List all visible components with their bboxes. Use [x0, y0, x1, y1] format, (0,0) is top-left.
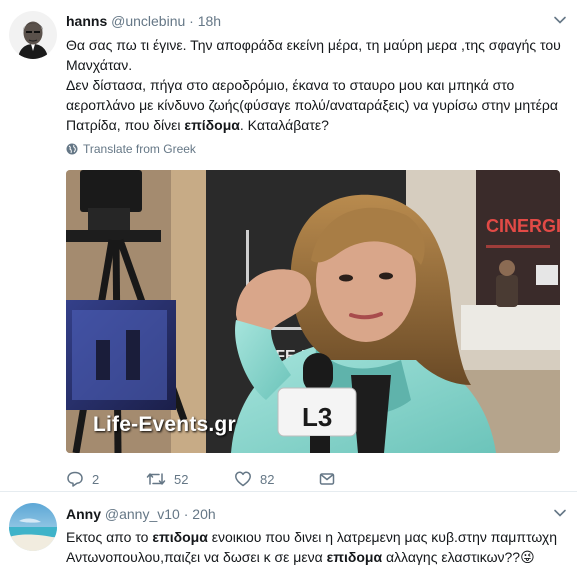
tweet-text: Θα σας πω τι έγινε. Την αποφράδα εκείνη … [66, 35, 566, 135]
tweet-header: hanns @unclebinu · 18h [66, 13, 547, 31]
user-handle[interactable]: @anny_v10 [105, 506, 180, 522]
tweet[interactable]: Anny @anny_v10 · 20h Εκτος απο το επιδομ… [0, 493, 577, 571]
bold-keyword: επίδομα [184, 117, 240, 133]
media-image[interactable]: LIFE-E CINERGI L3 Life-Events.gr [66, 170, 560, 453]
tweet-paragraph: Εκτος απο το επιδομα ενοικιου που δινει … [66, 527, 571, 567]
translate-label: Translate from Greek [83, 142, 196, 156]
display-name[interactable]: Anny [66, 506, 101, 522]
timestamp[interactable]: 18h [198, 13, 221, 29]
heart-icon [235, 471, 251, 487]
globe-icon [66, 143, 78, 155]
reply-icon [67, 471, 83, 487]
bold-keyword: επιδομα [152, 529, 208, 545]
separator-dot: · [183, 506, 189, 522]
bold-keyword: επιδομα [326, 549, 383, 565]
tweet-paragraph: Δεν δίστασα, πήγα στο αεροδρόμιο, έκανα … [66, 75, 566, 135]
like-count: 82 [260, 471, 275, 487]
tweet-actions: 2 52 82 [66, 468, 398, 490]
direct-message-button[interactable] [318, 470, 398, 488]
separator-dot: · [189, 13, 194, 29]
timestamp[interactable]: 20h [192, 506, 215, 522]
tweet-text: Εκτος απο το επιδομα ενοικιου που δινει … [66, 527, 571, 567]
banner-text: CINERGI [486, 216, 560, 236]
text-segment: Εκτος απο το [66, 529, 153, 545]
tweet[interactable]: hanns @unclebinu · 18h Θα σας πω τι έγιν… [0, 0, 577, 492]
reply-count: 2 [92, 471, 100, 487]
media-caption: Life-Events.gr [93, 413, 236, 436]
avatar[interactable] [9, 503, 57, 551]
display-name[interactable]: hanns [66, 13, 107, 29]
chevron-down-icon[interactable] [553, 506, 567, 520]
tweet-paragraph: Θα σας πω τι έγινε. Την αποφράδα εκείνη … [66, 37, 561, 73]
tweet-header: Anny @anny_v10 · 20h [66, 506, 547, 524]
chevron-down-icon[interactable] [553, 13, 567, 27]
reply-button[interactable]: 2 [66, 470, 146, 488]
avatar[interactable] [9, 11, 57, 59]
retweet-count: 52 [174, 471, 189, 487]
envelope-icon [319, 473, 335, 485]
retweet-icon [146, 473, 166, 485]
like-button[interactable]: 82 [234, 470, 318, 488]
retweet-button[interactable]: 52 [146, 470, 234, 488]
user-handle[interactable]: @unclebinu [111, 13, 185, 29]
translate-link[interactable]: Translate from Greek [66, 142, 196, 156]
emoji-winking-tongue: 😜 [520, 549, 535, 565]
mic-label: L3 [302, 402, 332, 432]
text-segment: . Καταλάβατε? [239, 117, 329, 133]
text-segment: αλλαγης ελαστικων?? [382, 549, 521, 565]
